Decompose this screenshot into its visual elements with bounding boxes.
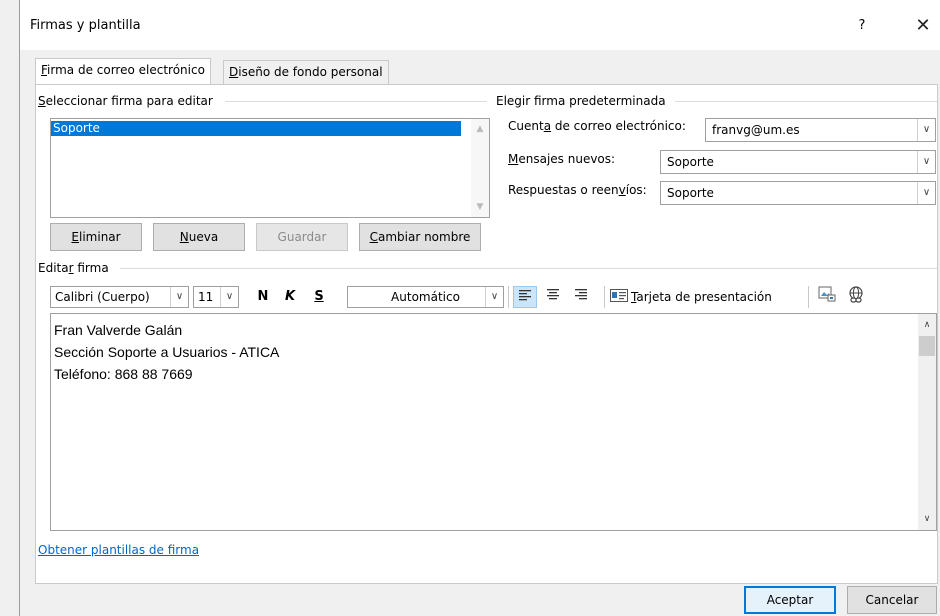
new-mnemonic: N <box>179 230 189 244</box>
edit-signature-label-a: Edita <box>38 261 69 275</box>
delete-button[interactable]: Eliminar <box>50 223 142 251</box>
rename-button[interactable]: Cambiar nombre <box>359 223 481 251</box>
tab-personal-stationery[interactable]: Diseño de fondo personal <box>223 60 389 84</box>
edit-signature-label-b: firma <box>73 261 109 275</box>
signature-line: Sección Soporte a Usuarios - ATICA <box>54 344 280 360</box>
tab-email-signature[interactable]: Firma de correo electrónico <box>35 58 211 84</box>
help-button[interactable]: ? <box>848 12 876 40</box>
signature-line: Teléfono: 868 88 7669 <box>54 366 193 382</box>
align-right-icon[interactable] <box>569 286 593 308</box>
replies-label-b: íos: <box>625 183 647 197</box>
signature-text[interactable]: Fran Valverde Galán Sección Soporte a Us… <box>54 319 279 385</box>
new-messages-label-text: ensajes nuevos: <box>518 152 616 166</box>
font-value: Calibri (Cuerpo) <box>55 290 150 304</box>
chevron-down-icon[interactable]: ∨ <box>918 511 936 527</box>
chevron-down-icon[interactable]: ∨ <box>170 287 188 307</box>
edit-signature-label: Editar firma <box>38 261 113 275</box>
account-label: Cuenta de correo electrónico: <box>508 119 686 133</box>
new-messages-value: Soporte <box>667 155 714 169</box>
business-card-label: arjeta de presentación <box>636 290 772 304</box>
replies-label: Respuestas o reenvíos: <box>508 183 647 197</box>
editor-scrollbar[interactable]: ∧ ∨ <box>918 314 936 530</box>
window-title: Firmas y plantilla <box>30 18 141 33</box>
toolbar-separator <box>604 286 605 308</box>
list-scrollbar[interactable]: ▲ ▼ <box>471 119 489 217</box>
signature-line: Fran Valverde Galán <box>54 322 183 338</box>
save-button[interactable]: Guardar <box>256 223 348 251</box>
account-label-b: de correo electrónico: <box>551 119 686 133</box>
account-label-mnemonic: a <box>543 119 552 133</box>
replies-label-a: Respuestas o reen <box>508 183 619 197</box>
insert-hyperlink-icon[interactable] <box>844 286 868 308</box>
new-messages-mnemonic: M <box>508 152 519 166</box>
font-color-select[interactable]: Automático ∨ <box>347 286 504 308</box>
title-bar: Firmas y plantilla ? ✕ <box>20 0 940 50</box>
account-label-a: Cuent <box>508 119 544 133</box>
group-divider <box>225 101 487 102</box>
group-divider <box>120 268 937 269</box>
tab-email-signature-label: irma de correo electrónico <box>47 63 205 77</box>
replies-label-mnemonic: v <box>618 183 626 197</box>
underline-button[interactable]: S <box>308 286 330 308</box>
signature-editor[interactable]: Fran Valverde Galán Sección Soporte a Us… <box>50 313 937 531</box>
new-label: ueva <box>188 230 219 244</box>
replies-value: Soporte <box>667 186 714 200</box>
chevron-up-icon[interactable]: ∧ <box>918 317 936 333</box>
scrollbar-thumb[interactable] <box>919 336 935 356</box>
signature-list[interactable]: Soporte ▲ ▼ <box>50 118 490 218</box>
get-templates-link[interactable]: Obtener plantillas de firma <box>38 543 199 557</box>
chevron-down-icon[interactable]: ∨ <box>917 182 935 204</box>
toolbar-separator <box>508 286 509 308</box>
group-divider <box>675 101 937 102</box>
align-center-icon[interactable] <box>541 286 565 308</box>
toolbar-separator <box>808 286 809 308</box>
cancel-button[interactable]: Cancelar <box>847 586 937 614</box>
new-messages-label: Mensajes nuevos: <box>508 152 615 166</box>
close-button[interactable]: ✕ <box>909 12 937 40</box>
business-card-icon <box>610 287 628 309</box>
chevron-down-icon[interactable]: ∨ <box>917 119 935 141</box>
delete-mnemonic: E <box>71 230 79 244</box>
account-select[interactable]: franvg@um.es ∨ <box>705 118 936 142</box>
italic-button[interactable]: K <box>279 286 301 308</box>
accept-button[interactable]: Aceptar <box>744 586 836 614</box>
tab-personal-stationery-label: iseño de fondo personal <box>238 65 383 79</box>
list-item[interactable]: Soporte <box>51 121 461 136</box>
tab-personal-stationery-mnemonic: D <box>229 65 239 79</box>
align-left-icon[interactable] <box>513 286 537 308</box>
chevron-down-icon[interactable]: ∨ <box>220 287 238 307</box>
chevron-down-icon[interactable]: ▼ <box>471 199 489 215</box>
account-value: franvg@um.es <box>712 123 800 137</box>
replies-select[interactable]: Soporte ∨ <box>660 181 936 205</box>
font-color-value: Automático <box>391 290 460 304</box>
rename-mnemonic: C <box>369 230 378 244</box>
business-card-button[interactable]: Tarjeta de presentación <box>610 286 800 308</box>
delete-label: liminar <box>79 230 121 244</box>
rename-label: ambiar nombre <box>377 230 471 244</box>
chevron-down-icon[interactable]: ∨ <box>917 151 935 173</box>
insert-picture-icon[interactable] <box>815 286 839 308</box>
signatures-dialog: Firmas y plantilla ? ✕ Firma de correo e… <box>19 0 940 616</box>
font-select[interactable]: Calibri (Cuerpo) ∨ <box>50 286 189 308</box>
chevron-down-icon[interactable]: ∨ <box>485 287 503 307</box>
font-size-value: 11 <box>198 290 214 304</box>
default-signature-label: Elegir firma predeterminada <box>496 94 670 108</box>
new-messages-select[interactable]: Soporte ∨ <box>660 150 936 174</box>
new-button[interactable]: Nueva <box>153 223 245 251</box>
select-signature-mnemonic: S <box>38 94 46 108</box>
select-signature-label: Seleccionar firma para editar <box>38 94 217 108</box>
select-signature-label-text: eleccionar firma para editar <box>45 94 213 108</box>
bold-button[interactable]: N <box>252 286 274 308</box>
font-size-select[interactable]: 11 ∨ <box>193 286 239 308</box>
chevron-up-icon[interactable]: ▲ <box>471 121 489 137</box>
